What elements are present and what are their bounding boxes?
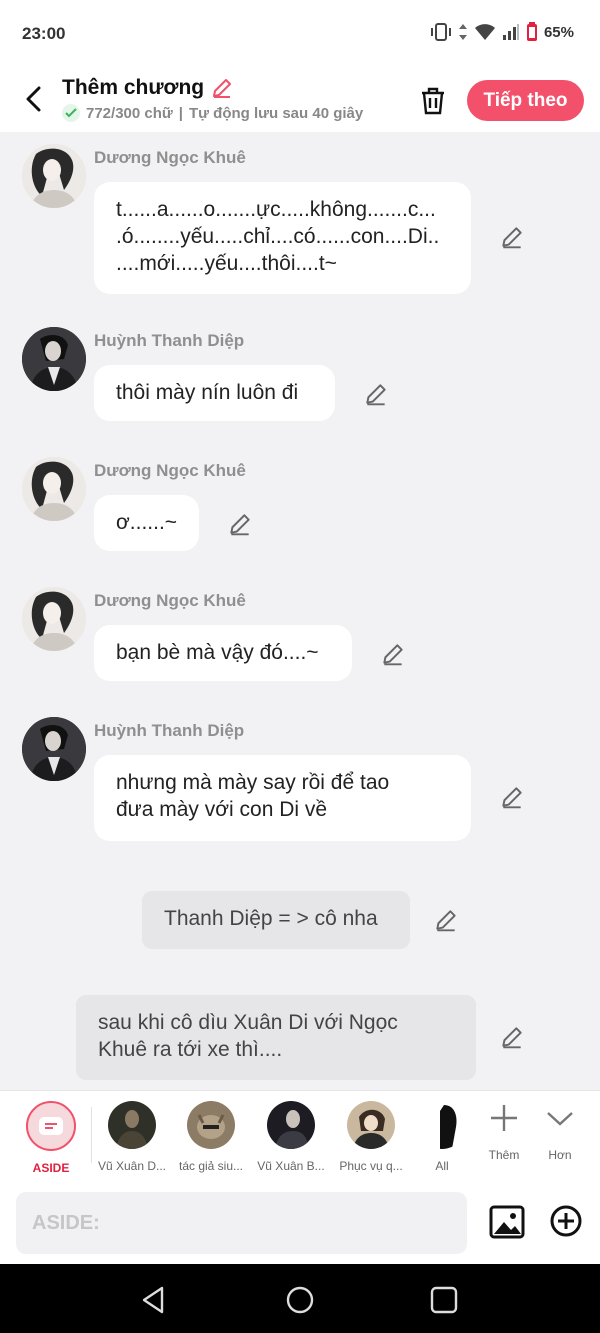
aside-selector[interactable]: ASIDE: [12, 1101, 90, 1175]
check-icon: [62, 104, 80, 122]
message-line: t......a......o.......ực.....không......…: [116, 198, 436, 221]
character-avatar: [108, 1101, 156, 1149]
title-block: Thêm chương 772/300 chữ | Tự động lưu sa…: [62, 76, 363, 122]
wifi-icon: [474, 24, 495, 40]
add-circle-icon[interactable]: [549, 1204, 583, 1238]
system-nav-bar: [0, 1264, 600, 1333]
add-label: Thêm: [488, 1148, 520, 1162]
aside-bubble[interactable]: sau khi cô dìu Xuân Di với Ngọc Khuê ra …: [76, 995, 476, 1080]
character-item[interactable]: Vũ Xuân B...: [252, 1101, 330, 1173]
aside-line: Khuê ra tới xe thì....: [98, 1038, 283, 1061]
trash-icon: [422, 87, 444, 115]
status-time: 23:00: [22, 24, 66, 43]
message-bubble[interactable]: ơ......~: [94, 495, 199, 551]
message-bubble[interactable]: nhưng mà mày say rồi để tao đưa mày với …: [94, 755, 471, 841]
status-bar: 23:00 65%: [0, 0, 600, 70]
character-avatar: [418, 1101, 466, 1149]
character-toolbar: ASIDE Vũ Xuân D... tác giả siu... Vũ Xuâ…: [0, 1090, 600, 1182]
chapter-meta: 772/300 chữ | Tự động lưu sau 40 giây: [62, 104, 363, 122]
aside-label: ASIDE: [32, 1161, 70, 1175]
aside-line: sau khi cô dìu Xuân Di với Ngọc: [98, 1011, 398, 1034]
chevron-down-icon: [547, 1112, 573, 1126]
message-bubble[interactable]: t......a......o.......ực.....không......…: [94, 182, 471, 294]
plus-icon: [491, 1105, 517, 1131]
avatar-duong-ngoc-khue[interactable]: [22, 457, 86, 521]
avatar-duong-ngoc-khue[interactable]: [22, 587, 86, 651]
image-icon[interactable]: [489, 1204, 525, 1240]
nav-home-icon[interactable]: [284, 1284, 316, 1316]
character-item[interactable]: Phục vụ q...: [332, 1101, 410, 1173]
character-item[interactable]: tác giả siu...: [172, 1101, 250, 1173]
meta-separator: |: [178, 104, 183, 122]
add-character-button[interactable]: Thêm: [482, 1103, 526, 1162]
edit-message-icon[interactable]: [380, 641, 406, 667]
aside-icon: [39, 1117, 63, 1135]
word-count: 772/300 chữ: [86, 104, 173, 122]
character-label: Phục vụ q...: [339, 1159, 403, 1173]
character-label: Vũ Xuân B...: [257, 1159, 325, 1173]
nav-recents-icon[interactable]: [428, 1284, 460, 1316]
more-button[interactable]: Hơn: [538, 1103, 582, 1162]
signal-icon: [502, 24, 519, 40]
message-bubble[interactable]: bạn bè mà vậy đó....~: [94, 625, 352, 681]
status-icons: 65%: [430, 22, 574, 42]
battery-icon: [526, 22, 537, 41]
message-bubble[interactable]: thôi mày nín luôn đi: [94, 365, 335, 421]
chevron-left-icon: [26, 86, 41, 112]
autosave-status: Tự động lưu sau 40 giây: [188, 104, 364, 122]
sender-name: Huỳnh Thanh Diệp: [94, 721, 245, 740]
aside-line: Thanh Diệp = > cô nha: [164, 907, 378, 930]
message-line: bạn bè mà vậy đó....~: [116, 641, 319, 664]
avatar-huynh-thanh-diep[interactable]: [22, 717, 86, 781]
edit-message-icon[interactable]: [499, 224, 525, 250]
avatar-duong-ngoc-khue[interactable]: [22, 144, 86, 208]
edit-message-icon[interactable]: [227, 511, 253, 537]
character-avatar: [187, 1101, 235, 1149]
aside-bubble[interactable]: Thanh Diệp = > cô nha: [142, 891, 410, 949]
edit-title-icon[interactable]: [210, 76, 234, 100]
message-line: ....mới.....yếu....thôi....t~: [116, 252, 337, 275]
message-line: thôi mày nín luôn đi: [116, 381, 299, 404]
character-label: tác giả siu...: [178, 1159, 244, 1173]
message-line: ơ......~: [116, 511, 178, 534]
edit-aside-icon[interactable]: [433, 907, 459, 933]
back-button[interactable]: [18, 82, 48, 116]
chat-area[interactable]: Dương Ngọc Khuê t......a......o.......ực…: [0, 132, 600, 1090]
character-label: All: [435, 1159, 449, 1173]
aside-input[interactable]: [16, 1192, 467, 1254]
edit-aside-icon[interactable]: [499, 1024, 525, 1050]
toolbar-divider: [91, 1107, 92, 1163]
next-button[interactable]: Tiếp theo: [467, 80, 584, 121]
message-line: .ó........yếu.....chỉ....có......con....…: [116, 225, 440, 248]
app-header: Thêm chương 772/300 chữ | Tự động lưu sa…: [0, 70, 600, 132]
vibrate-icon: [430, 23, 451, 41]
edit-message-icon[interactable]: [499, 784, 525, 810]
character-item[interactable]: All: [412, 1101, 472, 1173]
character-avatar: [347, 1101, 395, 1149]
sender-name: Dương Ngọc Khuê: [94, 461, 246, 480]
data-arrows-icon: [458, 24, 467, 40]
character-item[interactable]: Vũ Xuân D...: [93, 1101, 171, 1173]
more-label: Hơn: [548, 1148, 572, 1162]
delete-button[interactable]: [416, 84, 450, 118]
nav-back-icon[interactable]: [138, 1284, 170, 1316]
message-line: nhưng mà mày say rồi để tao: [116, 771, 390, 794]
sender-name: Huỳnh Thanh Diệp: [94, 331, 245, 350]
sender-name: Dương Ngọc Khuê: [94, 591, 246, 610]
aside-avatar: [26, 1101, 76, 1151]
edit-message-icon[interactable]: [363, 381, 389, 407]
character-label: Vũ Xuân D...: [97, 1159, 167, 1173]
sender-name: Dương Ngọc Khuê: [94, 148, 246, 167]
avatar-huynh-thanh-diep[interactable]: [22, 327, 86, 391]
battery-percent: 65%: [543, 23, 574, 41]
page-title-row[interactable]: Thêm chương: [62, 76, 363, 100]
input-bar: [0, 1182, 600, 1264]
character-avatar: [267, 1101, 315, 1149]
page-title: Thêm chương: [62, 76, 205, 99]
message-line: đưa mày với con Di về: [116, 798, 328, 821]
